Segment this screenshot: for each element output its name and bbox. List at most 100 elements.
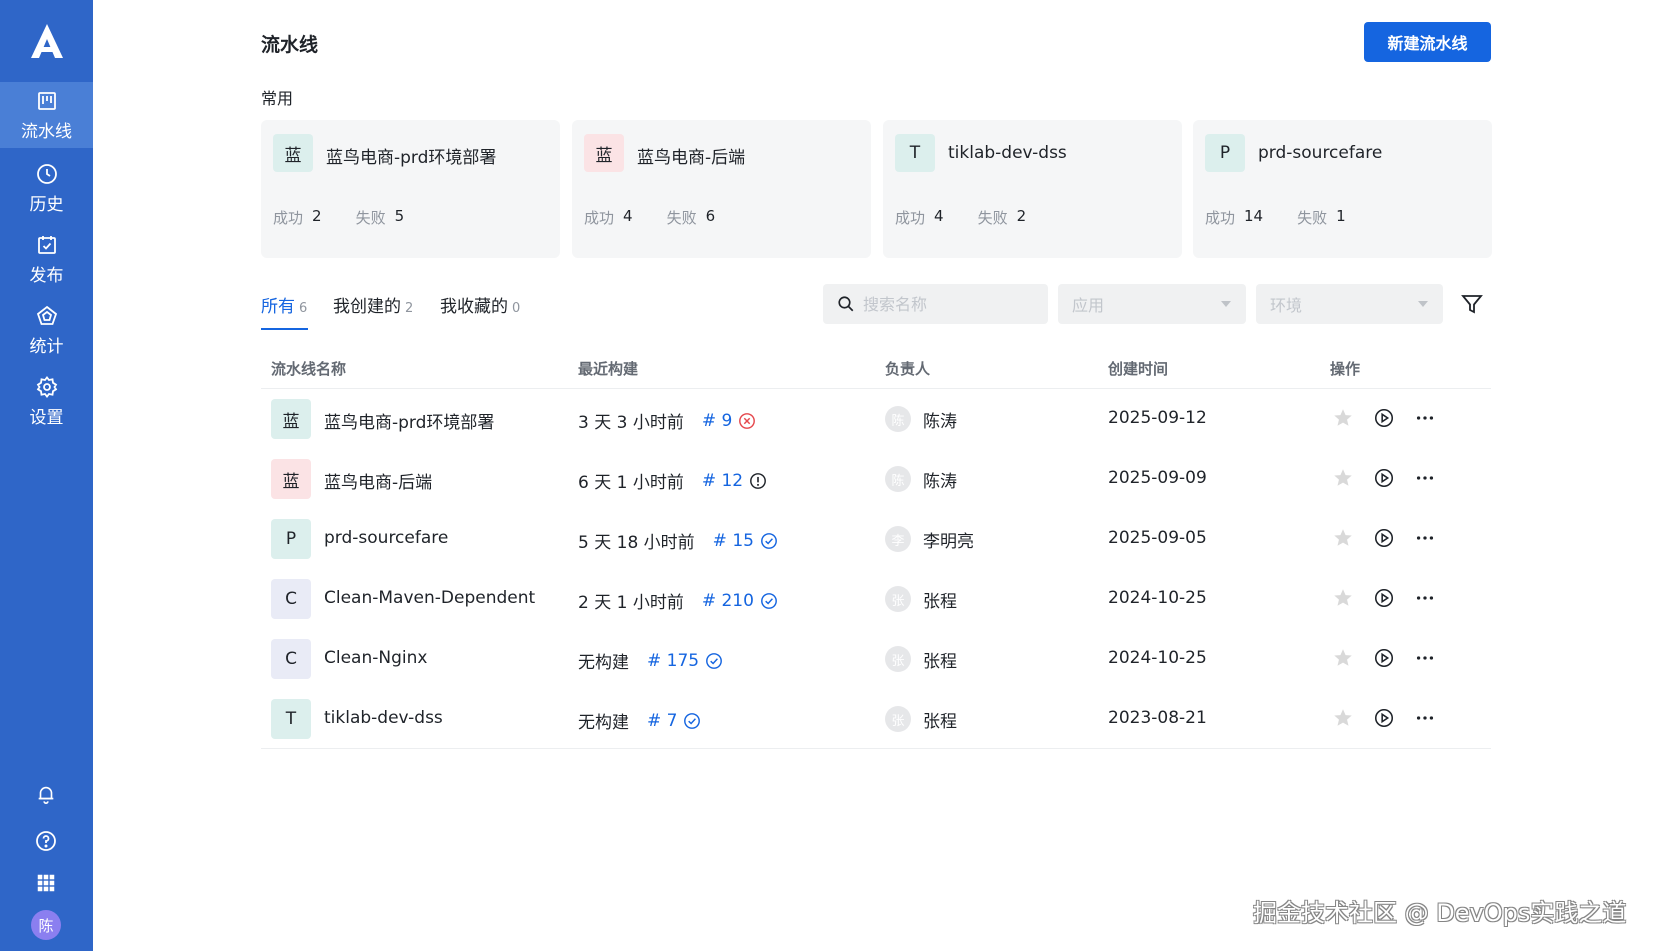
nav-item-stats[interactable]: 统计 (0, 297, 93, 363)
filter-icon (1461, 295, 1483, 314)
favorite-star-button[interactable] (1331, 466, 1355, 490)
build-number-link[interactable]: # 175 (647, 651, 699, 671)
favorite-card[interactable]: T tiklab-dev-dss 成功 4 失败 2 (883, 120, 1182, 258)
more-icon (1416, 596, 1434, 600)
more-button[interactable] (1413, 646, 1437, 670)
build-number-link[interactable]: # 15 (713, 531, 754, 551)
owner-avatar: 陈 (885, 406, 911, 432)
row-actions (1331, 526, 1454, 550)
nav-label-settings: 设置 (29, 407, 64, 428)
build-number-link[interactable]: # 12 (702, 471, 743, 491)
app-select[interactable]: 应用 (1058, 284, 1246, 324)
calendar-check-icon (37, 235, 56, 254)
user-avatar[interactable]: 陈 (31, 910, 61, 940)
more-button[interactable] (1413, 466, 1437, 490)
column-header-created[interactable]: 创建时间 (1108, 358, 1168, 379)
env-select[interactable]: 环境 (1256, 284, 1443, 324)
pipeline-name[interactable]: tiklab-dev-dss (324, 708, 443, 728)
owner-name: 张程 (923, 591, 957, 612)
more-button[interactable] (1413, 586, 1437, 610)
row-actions (1331, 586, 1454, 610)
favorite-star-button[interactable] (1331, 586, 1355, 610)
run-button[interactable] (1372, 406, 1396, 430)
more-button[interactable] (1413, 706, 1437, 730)
favorite-card[interactable]: 蓝 蓝鸟电商-后端 成功 4 失败 6 (572, 120, 871, 258)
gear-icon (36, 375, 57, 398)
favorite-star-button[interactable] (1331, 706, 1355, 730)
column-header-owner[interactable]: 负责人 (885, 358, 930, 379)
last-build-time: 5 天 18 小时前 (578, 533, 695, 553)
last-build-time: 无构建 (578, 713, 629, 733)
build-number-link[interactable]: # 9 (702, 411, 732, 431)
logo-icon (30, 24, 63, 58)
pipeline-name[interactable]: 蓝鸟电商-后端 (324, 468, 432, 493)
run-button[interactable] (1372, 466, 1396, 490)
favorite-star-button[interactable] (1331, 526, 1355, 550)
pipeline-name[interactable]: prd-sourcefare (324, 528, 448, 548)
nav-item-history[interactable]: 历史 (0, 155, 93, 221)
nav-item-pipeline[interactable]: 流水线 (0, 82, 93, 148)
apps-grid-icon (37, 874, 55, 892)
owner-name: 陈涛 (923, 471, 957, 492)
nav-item-settings[interactable]: 设置 (0, 368, 93, 434)
favorite-star-button[interactable] (1331, 646, 1355, 670)
pipeline-avatar: T (895, 134, 935, 172)
run-button[interactable] (1372, 706, 1396, 730)
table-row[interactable]: C Clean-Maven-Dependent 2 天 1 小时前 # 210 … (261, 569, 1491, 629)
run-button[interactable] (1372, 586, 1396, 610)
nav-item-release[interactable]: 发布 (0, 226, 93, 292)
tab-created-by-me[interactable]: 我创建的 2 (333, 292, 413, 317)
env-select-placeholder: 环境 (1270, 296, 1303, 315)
build-number-link[interactable]: # 7 (647, 711, 677, 731)
caret-down-icon (1418, 301, 1428, 307)
table-row[interactable]: 蓝 蓝鸟电商-后端 6 天 1 小时前 # 12 陈 陈涛 2025-09-09 (261, 449, 1491, 509)
play-circle-icon (1374, 708, 1394, 728)
apps-button[interactable] (30, 867, 62, 899)
notification-button[interactable] (30, 778, 62, 810)
card-stats: 成功 4 失败 6 (584, 207, 715, 228)
column-header-name[interactable]: 流水线名称 (271, 358, 346, 379)
favorite-card[interactable]: P prd-sourcefare 成功 14 失败 1 (1193, 120, 1492, 258)
play-circle-icon (1374, 648, 1394, 668)
build-number-link[interactable]: # 210 (702, 591, 754, 611)
pipeline-icon (37, 91, 56, 110)
more-button[interactable] (1413, 406, 1437, 430)
more-icon (1416, 476, 1434, 480)
owner-avatar: 陈 (885, 466, 911, 492)
column-header-last-build[interactable]: 最近构建 (578, 358, 638, 379)
table-row[interactable]: C Clean-Nginx 无构建 # 175 张 张程 2024-10-25 (261, 629, 1491, 689)
search-box[interactable] (823, 284, 1048, 324)
owner-avatar: 李 (885, 526, 911, 552)
tab-all[interactable]: 所有 6 (261, 292, 307, 317)
last-build-time: 6 天 1 小时前 (578, 473, 684, 493)
pipeline-name[interactable]: Clean-Nginx (324, 648, 427, 668)
owner: 张 张程 (885, 646, 957, 672)
owner: 张 张程 (885, 586, 957, 612)
card-stats: 成功 14 失败 1 (1205, 207, 1346, 228)
more-button[interactable] (1413, 526, 1437, 550)
star-icon (1334, 649, 1352, 666)
fail-count: 6 (705, 207, 716, 225)
pipeline-avatar: T (271, 699, 311, 739)
pipeline-name[interactable]: Clean-Maven-Dependent (324, 588, 535, 608)
help-button[interactable] (30, 825, 62, 857)
owner-name: 陈涛 (923, 411, 957, 432)
table-row[interactable]: T tiklab-dev-dss 无构建 # 7 张 张程 2023-08-21 (261, 689, 1491, 749)
last-build-time: 无构建 (578, 653, 629, 673)
more-icon (1416, 656, 1434, 660)
fail-count: 1 (1336, 207, 1346, 225)
favorite-star-button[interactable] (1331, 406, 1355, 430)
app-logo[interactable] (0, 0, 93, 82)
run-button[interactable] (1372, 526, 1396, 550)
star-icon (1334, 469, 1352, 486)
table-row[interactable]: P prd-sourcefare 5 天 18 小时前 # 15 李 李明亮 2… (261, 509, 1491, 569)
new-pipeline-button[interactable]: 新建流水线 (1364, 22, 1491, 62)
watermark: 掘金技术社区 @ DevOps实践之道 (1253, 899, 1627, 927)
tab-my-favorites[interactable]: 我收藏的 0 (440, 292, 520, 317)
filter-button[interactable] (1458, 290, 1486, 318)
table-row[interactable]: 蓝 蓝鸟电商-prd环境部署 3 天 3 小时前 # 9 陈 陈涛 2025-0… (261, 389, 1491, 449)
search-input[interactable] (863, 294, 1033, 314)
favorite-card[interactable]: 蓝 蓝鸟电商-prd环境部署 成功 2 失败 5 (261, 120, 560, 258)
run-button[interactable] (1372, 646, 1396, 670)
pipeline-name[interactable]: 蓝鸟电商-prd环境部署 (324, 408, 494, 433)
